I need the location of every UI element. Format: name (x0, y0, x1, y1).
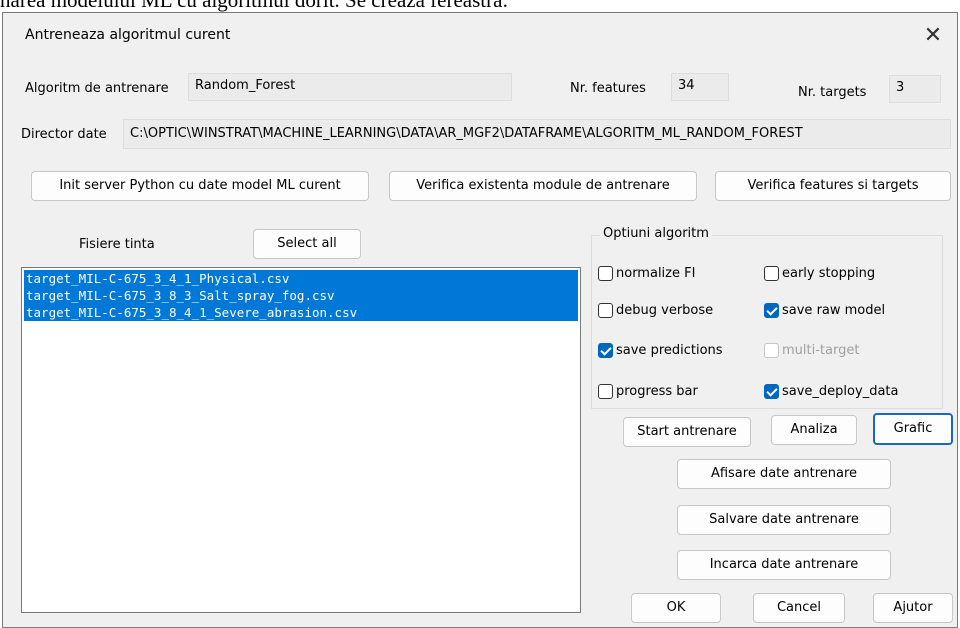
features-label: Nr. features (570, 81, 646, 96)
check-features-button[interactable]: Verifica features si targets (715, 171, 951, 201)
progress-bar-label: progress bar (616, 383, 698, 399)
save-raw-model-label: save raw model (782, 302, 886, 318)
list-item[interactable]: target_MIL-C-675_3_8_4_1_Severe_abrasion… (24, 304, 578, 321)
target-files-list[interactable]: target_MIL-C-675_3_4_1_Physical.csv targ… (21, 267, 581, 613)
algorithm-field: Random_Forest (188, 73, 512, 101)
list-item[interactable]: target_MIL-C-675_3_4_1_Physical.csv (24, 270, 578, 287)
save-deploy-data-label: save_deploy_data (782, 383, 899, 399)
targets-field: 3 (889, 75, 941, 103)
save-deploy-data-checkbox[interactable]: save_deploy_data (764, 380, 898, 402)
start-training-button[interactable]: Start antrenare (623, 417, 751, 447)
help-button[interactable]: Ajutor (873, 593, 953, 623)
checkbox-box (598, 265, 613, 281)
data-dir-label: Director date (21, 127, 107, 142)
save-predictions-checkbox[interactable]: save predictions (598, 339, 723, 361)
train-algorithm-dialog: Antreneaza algoritmul curent ✕ Algoritm … (2, 12, 958, 628)
analyze-button[interactable]: Analiza (771, 415, 857, 445)
check-modules-button[interactable]: Verifica existenta module de antrenare (389, 171, 697, 201)
ok-button[interactable]: OK (631, 593, 721, 623)
algorithm-label: Algoritm de antrenare (25, 81, 169, 96)
checkbox-box-checked (764, 383, 779, 399)
selected-items: target_MIL-C-675_3_4_1_Physical.csv targ… (24, 270, 578, 321)
options-group-title: Optiuni algoritm (600, 226, 712, 241)
chart-button[interactable]: Grafic (873, 413, 953, 445)
document-text-above: narea modelului ML cu algoritmul dorit. … (0, 0, 509, 12)
normalize-fi-label: normalize FI (616, 265, 696, 281)
early-stopping-label: early stopping (782, 265, 876, 281)
checkbox-box (598, 302, 613, 318)
checkbox-box (764, 265, 779, 281)
normalize-fi-checkbox[interactable]: normalize FI (598, 262, 695, 284)
multi-target-checkbox: multi-target (764, 339, 859, 361)
early-stopping-checkbox[interactable]: early stopping (764, 262, 875, 284)
load-training-data-button[interactable]: Incarca date antrenare (677, 550, 891, 580)
save-predictions-label: save predictions (616, 342, 723, 358)
data-dir-field: C:\OPTIC\WINSTRAT\MACHINE_LEARNING\DATA\… (123, 119, 951, 149)
checkbox-box-checked (598, 342, 613, 358)
save-training-data-button[interactable]: Salvare date antrenare (677, 505, 891, 535)
init-server-button[interactable]: Init server Python cu date model ML cure… (31, 171, 369, 201)
debug-verbose-label: debug verbose (616, 302, 714, 318)
targets-label: Nr. targets (798, 85, 867, 100)
features-field: 34 (671, 73, 729, 101)
select-all-button[interactable]: Select all (253, 229, 361, 259)
cancel-button[interactable]: Cancel (753, 593, 845, 623)
show-training-data-button[interactable]: Afisare date antrenare (677, 459, 891, 489)
close-icon[interactable]: ✕ (917, 21, 949, 51)
title-bar: Antreneaza algoritmul curent ✕ (3, 13, 957, 63)
debug-verbose-checkbox[interactable]: debug verbose (598, 299, 713, 321)
list-item[interactable]: target_MIL-C-675_3_8_3_Salt_spray_fog.cs… (24, 287, 578, 304)
multi-target-label: multi-target (782, 342, 860, 358)
checkbox-box (598, 383, 613, 399)
checkbox-box-disabled (764, 342, 779, 358)
progress-bar-checkbox[interactable]: progress bar (598, 380, 698, 402)
options-group: Optiuni algoritm normalize FI early stop… (591, 226, 943, 409)
checkbox-box-checked (764, 302, 779, 318)
target-files-label: Fisiere tinta (79, 237, 155, 252)
save-raw-model-checkbox[interactable]: save raw model (764, 299, 885, 321)
dialog-title: Antreneaza algoritmul curent (25, 27, 231, 43)
